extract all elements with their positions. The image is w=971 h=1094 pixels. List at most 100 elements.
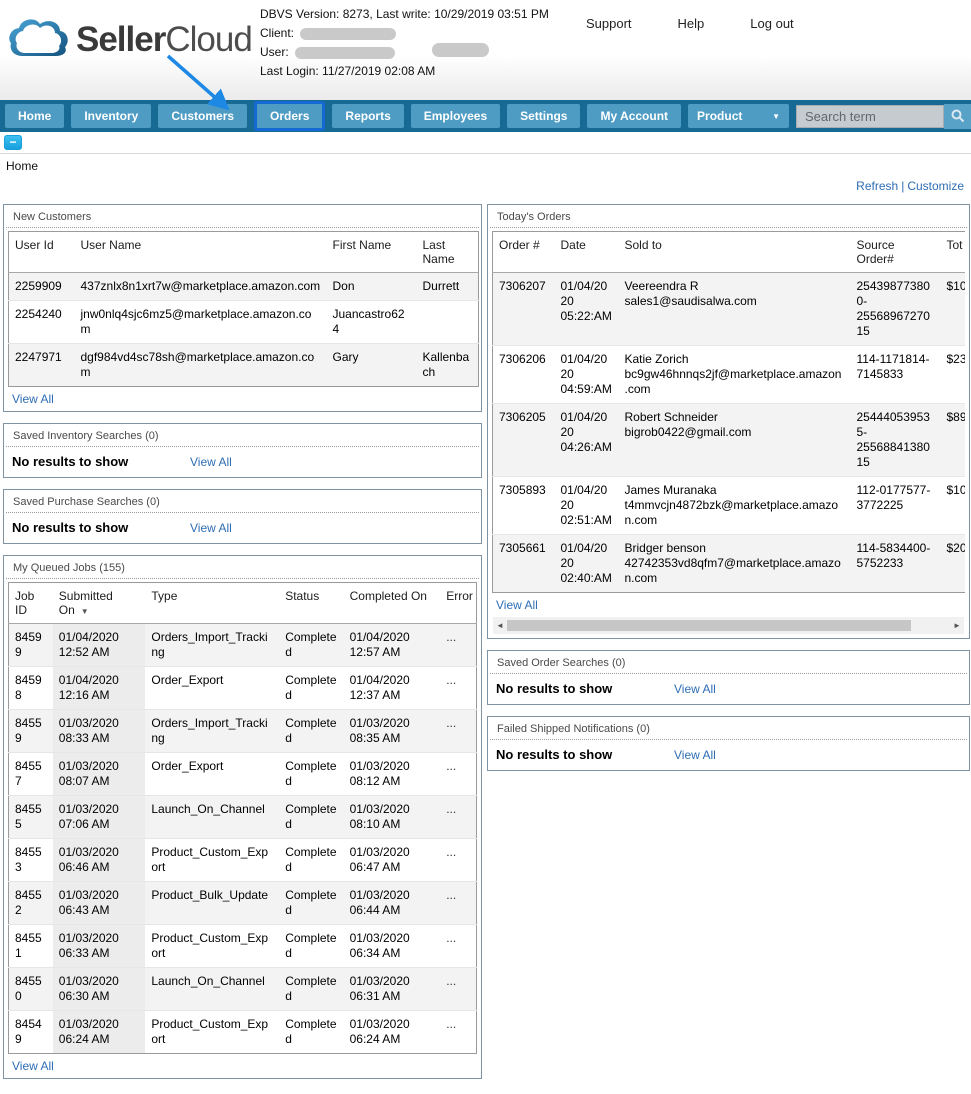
chevron-down-icon: ▼ <box>772 111 780 121</box>
customize-link[interactable]: Customize <box>907 179 964 193</box>
submitted-on-cell: 01/03/2020 06:46 AM <box>52 838 146 882</box>
date-cell: 01/04/2020 02:40:AM <box>560 541 612 585</box>
error-cell: ... <box>446 931 457 945</box>
view-all-link[interactable]: View All <box>190 455 232 469</box>
type-cell: Orders_Import_Tracking <box>151 716 268 745</box>
table-row: 84552 01/03/2020 06:43 AM Product_Bulk_Up… <box>8 881 477 925</box>
orders-tab-highlight: Orders <box>254 101 326 131</box>
error-cell: ... <box>446 630 457 644</box>
cloud-logo-icon <box>8 16 70 63</box>
status-cell: Completed <box>285 802 337 831</box>
sold-to-cell: James Muranaka t4mmvcjn4872bzk@marketplac… <box>624 483 839 527</box>
table-row: 7305661 01/04/2020 02:40:AM Bridger benso… <box>492 534 965 593</box>
view-all-link[interactable]: View All <box>190 521 232 535</box>
job-id-cell: 84550 <box>15 974 42 1003</box>
user-name-cell: jnw0nlq4sjc6mz5@marketplace.amazon.com <box>80 307 312 336</box>
last-name-cell: Kallenbach <box>422 350 470 379</box>
horizontal-scrollbar[interactable]: ◄ ► <box>493 617 964 634</box>
col-header-error[interactable]: Error <box>440 582 477 624</box>
view-all-link[interactable]: View All <box>8 1054 58 1075</box>
tab-customers[interactable]: Customers <box>158 104 248 128</box>
job-id-cell: 84598 <box>15 673 42 702</box>
col-header-submitted-on[interactable]: Submitted On ▼ <box>52 582 146 624</box>
error-cell: ... <box>446 845 457 859</box>
error-cell: ... <box>446 1017 457 1031</box>
table-row: 7306205 01/04/2020 04:26:AM Robert Schnei… <box>492 403 965 477</box>
logout-link[interactable]: Log out <box>750 16 793 31</box>
table-row: 2259909 437znlx8n1xrt7w@marketplace.amaz… <box>8 272 479 301</box>
table-row: 84557 01/03/2020 08:07 AM Order_Export Co… <box>8 752 477 796</box>
scrollbar-thumb[interactable] <box>507 620 911 631</box>
order-number-cell: 7306205 <box>499 410 546 424</box>
sort-desc-icon: ▼ <box>80 607 89 616</box>
tab-home[interactable]: Home <box>5 104 65 128</box>
tab-settings[interactable]: Settings <box>507 104 581 128</box>
table-row: 2247971 dgf984vd4sc78sh@marketplace.amaz… <box>8 343 479 387</box>
total-cell: $10 <box>946 279 966 293</box>
help-link[interactable]: Help <box>678 16 705 31</box>
col-header-user-name: User Name <box>74 231 327 273</box>
breadcrumb: Home <box>0 153 971 176</box>
submitted-on-cell: 01/03/2020 07:06 AM <box>52 795 146 839</box>
total-cell: $10 <box>946 483 966 497</box>
search-button[interactable] <box>944 103 971 129</box>
empty-message: No results to show <box>496 681 613 696</box>
job-id-cell: 84549 <box>15 1017 42 1046</box>
scroll-right-icon[interactable]: ► <box>950 621 964 630</box>
user-id-cell: 2259909 <box>15 279 62 293</box>
tab-inventory[interactable]: Inventory <box>71 104 152 128</box>
dbvs-version-line: DBVS Version: 8273, Last write: 10/29/20… <box>260 7 549 21</box>
panel-failed-shipped-notifications: Failed Shipped Notifications (0) No resu… <box>487 716 970 771</box>
type-cell: Product_Custom_Export <box>151 931 269 960</box>
tab-reports[interactable]: Reports <box>332 104 404 128</box>
col-header-status[interactable]: Status <box>279 582 344 624</box>
table-row: 84555 01/03/2020 07:06 AM Launch_On_Chann… <box>8 795 477 839</box>
view-all-link[interactable]: View All <box>674 748 716 762</box>
panel-title: Today's Orders <box>490 206 967 228</box>
support-link[interactable]: Support <box>586 16 632 31</box>
col-header-last-name: Last Name <box>416 231 479 273</box>
type-cell: Launch_On_Channel <box>151 802 265 816</box>
collapse-icon[interactable]: − <box>4 135 22 150</box>
panel-new-customers: New Customers User Id User Name First Na… <box>3 204 482 412</box>
view-all-link[interactable]: View All <box>674 682 716 696</box>
job-id-cell: 84559 <box>15 716 42 745</box>
col-header-completed-on[interactable]: Completed On <box>343 582 441 624</box>
product-dropdown-label: Product <box>697 109 743 123</box>
job-id-cell: 84551 <box>15 931 42 960</box>
submitted-on-cell: 01/04/2020 12:16 AM <box>52 666 146 710</box>
panel-toggle-row: − <box>0 132 971 153</box>
completed-on-cell: 01/03/2020 06:24 AM <box>349 1017 410 1046</box>
col-header-job-id[interactable]: Job ID <box>8 582 53 624</box>
sold-to-cell: Bridger benson 42742353vd8qfm7@marketplac… <box>624 541 841 585</box>
first-name-cell: Don <box>332 279 355 293</box>
tab-orders[interactable]: Orders <box>257 104 323 128</box>
completed-on-cell: 01/03/2020 08:35 AM <box>349 716 410 745</box>
table-row: 84553 01/03/2020 06:46 AM Product_Custom_… <box>8 838 477 882</box>
status-cell: Completed <box>285 888 337 917</box>
source-order-cell: 114-1171814- 7145833 <box>856 352 930 381</box>
search-input[interactable] <box>796 104 944 128</box>
scroll-left-icon[interactable]: ◄ <box>493 621 507 630</box>
total-cell: $23 <box>946 352 966 366</box>
sold-to-cell: Veereendra Rsales1@saudisalwa.com <box>624 279 757 308</box>
table-row: 84559 01/03/2020 08:33 AM Orders_Import_T… <box>8 709 477 753</box>
type-cell: Order_Export <box>151 673 224 687</box>
refresh-link[interactable]: Refresh <box>856 179 898 193</box>
completed-on-cell: 01/03/2020 06:34 AM <box>349 931 410 960</box>
col-header-type[interactable]: Type <box>145 582 280 624</box>
tab-my-account[interactable]: My Account <box>587 104 682 128</box>
view-all-link[interactable]: View All <box>8 387 58 408</box>
order-number-cell: 7305661 <box>499 541 546 555</box>
col-header-user-id: User Id <box>8 231 75 273</box>
empty-message: No results to show <box>12 520 129 535</box>
panel-title: New Customers <box>6 206 479 228</box>
tab-employees[interactable]: Employees <box>410 104 501 128</box>
product-scope-dropdown[interactable]: Product ▼ <box>688 104 789 128</box>
client-label: Client: <box>260 26 295 40</box>
source-order-cell: 114-5834400- 5752233 <box>856 541 931 570</box>
type-cell: Launch_On_Channel <box>151 974 265 988</box>
user-name-cell: dgf984vd4sc78sh@marketplace.amazon.com <box>80 350 315 379</box>
completed-on-cell: 01/04/2020 12:37 AM <box>349 673 410 702</box>
view-all-link[interactable]: View All <box>492 593 542 614</box>
